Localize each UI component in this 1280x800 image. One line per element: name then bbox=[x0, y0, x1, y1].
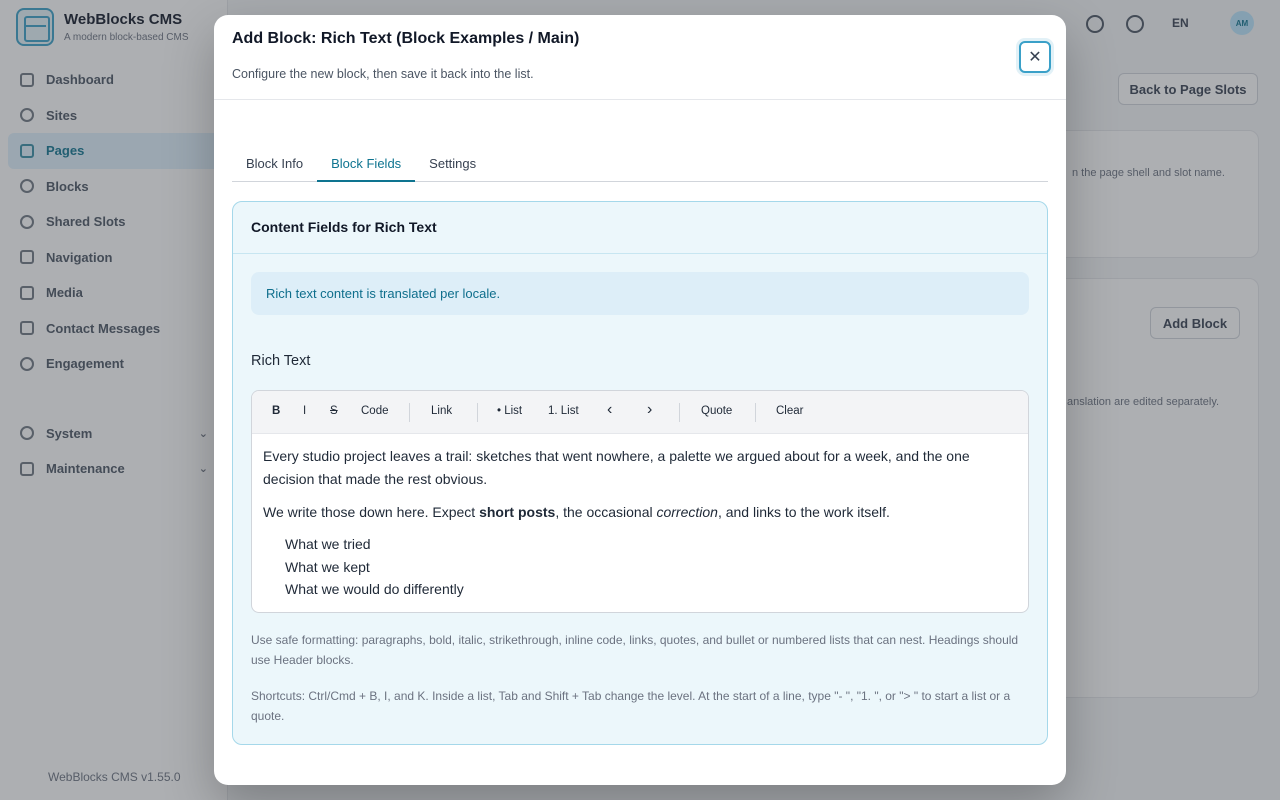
modal-title: Add Block: Rich Text (Block Examples / M… bbox=[232, 30, 580, 47]
rich-text-editor: B I S Code Link • List 1. List ‹ › Quote… bbox=[251, 390, 1029, 613]
modal-header: Add Block: Rich Text (Block Examples / M… bbox=[214, 15, 1066, 100]
editor-content[interactable]: Every studio project leaves a trail: ske… bbox=[252, 434, 1028, 612]
formatting-help: Use safe formatting: paragraphs, bold, i… bbox=[251, 633, 1019, 667]
link-button[interactable]: Link bbox=[431, 405, 452, 417]
list-item: What we tried bbox=[285, 536, 371, 552]
paragraph: Every studio project leaves a trail: ske… bbox=[263, 448, 970, 487]
info-alert: Rich text content is translated per loca… bbox=[251, 272, 1029, 315]
toolbar-divider bbox=[679, 403, 680, 422]
bold-text: short posts bbox=[479, 504, 556, 520]
list-item: What we would do differently bbox=[285, 581, 464, 597]
bold-button[interactable]: B bbox=[272, 405, 280, 417]
list-item: What we kept bbox=[285, 558, 370, 575]
modal-subtitle: Configure the new block, then save it ba… bbox=[232, 67, 534, 81]
clear-button[interactable]: Clear bbox=[776, 405, 803, 417]
quote-button[interactable]: Quote bbox=[701, 405, 732, 417]
italic-button[interactable]: I bbox=[303, 405, 306, 417]
outdent-button[interactable]: ‹ bbox=[607, 401, 612, 419]
content-fields-panel: Content Fields for Rich Text Rich text c… bbox=[232, 201, 1048, 745]
indent-button[interactable]: › bbox=[647, 401, 652, 419]
bullet-list: What we tried What we kept What we would… bbox=[263, 533, 1017, 601]
tab-block-fields[interactable]: Block Fields bbox=[317, 151, 416, 182]
toolbar-divider bbox=[409, 403, 410, 422]
strikethrough-button[interactable]: S bbox=[330, 405, 338, 417]
numbered-list-button[interactable]: 1. List bbox=[548, 405, 579, 417]
italic-text: correction bbox=[656, 504, 718, 520]
add-block-modal: Add Block: Rich Text (Block Examples / M… bbox=[214, 15, 1066, 785]
tab-settings[interactable]: Settings bbox=[415, 151, 490, 182]
paragraph: We write those down here. Expect short p… bbox=[263, 504, 890, 520]
close-button[interactable]: ✕ bbox=[1019, 41, 1051, 73]
panel-title: Content Fields for Rich Text bbox=[233, 202, 1047, 254]
editor-toolbar: B I S Code Link • List 1. List ‹ › Quote… bbox=[252, 391, 1028, 434]
toolbar-divider bbox=[477, 403, 478, 422]
tab-block-info[interactable]: Block Info bbox=[232, 151, 317, 182]
modal-tabs: Block Info Block Fields Settings bbox=[232, 151, 1048, 182]
toolbar-divider bbox=[755, 403, 756, 422]
shortcuts-help: Shortcuts: Ctrl/Cmd + B, I, and K. Insid… bbox=[251, 689, 1011, 723]
code-button[interactable]: Code bbox=[361, 405, 389, 417]
close-icon: ✕ bbox=[1028, 49, 1042, 66]
rich-text-label: Rich Text bbox=[251, 353, 311, 369]
bullet-list-button[interactable]: • List bbox=[497, 405, 522, 417]
